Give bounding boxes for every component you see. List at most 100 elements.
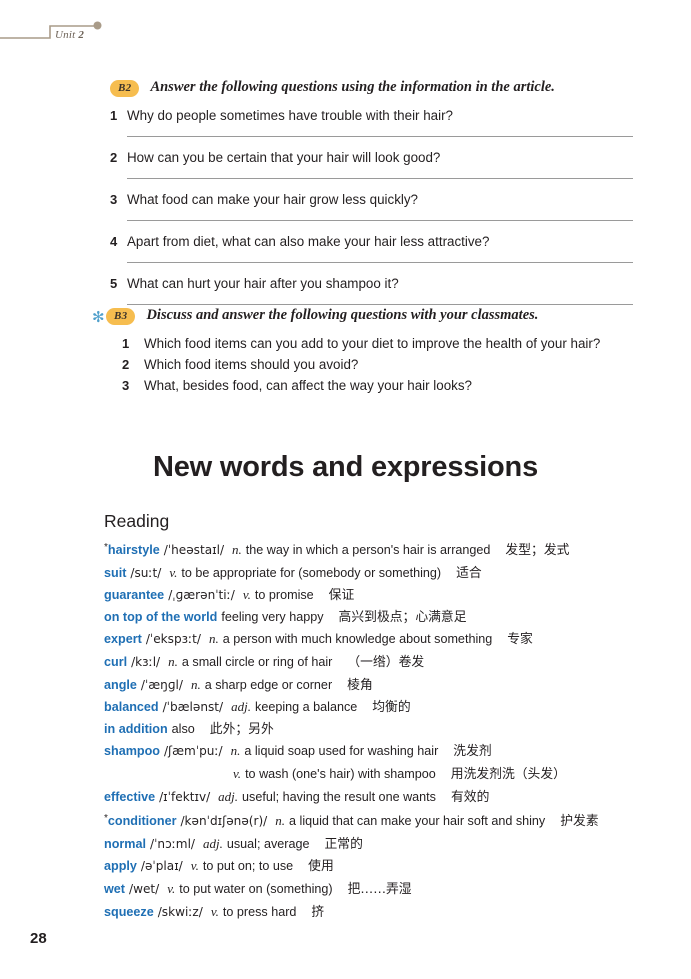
vocabulary-part-of-speech: v. bbox=[190, 858, 199, 874]
vocabulary-definition: to put on; to use bbox=[202, 859, 294, 874]
unit-number: 2 bbox=[78, 29, 85, 41]
vocabulary-chinese-gloss: 此外；另外 bbox=[209, 721, 274, 737]
vocabulary-part-of-speech: adj. bbox=[203, 835, 223, 851]
vocabulary-pronunciation: /ˌɡærənˈtiː/ bbox=[168, 588, 235, 603]
question-number: 3 bbox=[122, 378, 130, 394]
vocabulary-entry: squeeze/skwiːz/v. to press hard 挤 bbox=[104, 901, 684, 924]
vocabulary-definition: to press hard bbox=[222, 904, 297, 919]
vocabulary-headword: shampoo bbox=[104, 744, 160, 759]
question-text: Why do people sometimes have trouble wit… bbox=[127, 108, 454, 123]
vocabulary-definition: useful; having the result one wants bbox=[242, 789, 436, 804]
question-row: 3 What food can make your hair grow less… bbox=[110, 192, 691, 208]
vocabulary-headword: hairstyle bbox=[107, 543, 160, 557]
vocabulary-entry: curl/kɜːl/n. a small circle or ring of ha… bbox=[104, 651, 684, 674]
vocabulary-pronunciation: /kɜːl/ bbox=[131, 654, 161, 669]
vocabulary-definition: feeling very happy bbox=[221, 609, 324, 624]
vocabulary-part-of-speech: n. bbox=[190, 676, 201, 692]
question-number: 1 bbox=[110, 108, 118, 123]
asterisk-icon: ✻ bbox=[92, 309, 105, 326]
vocabulary-entry: apply/əˈplaɪ/v. to put on; to use 使用 bbox=[104, 855, 684, 878]
vocabulary-definition: to be appropriate for (somebody or somet… bbox=[181, 565, 442, 580]
question-number: 2 bbox=[122, 357, 130, 373]
question-text: Apart from diet, what can also make your… bbox=[127, 234, 490, 250]
vocabulary-definition: to promise bbox=[254, 588, 314, 603]
vocabulary-chinese-gloss: （一绺）卷发 bbox=[347, 654, 425, 670]
vocabulary-chinese-gloss: 洗发剂 bbox=[453, 744, 492, 760]
question-text: What, besides food, can affect the way y… bbox=[144, 378, 473, 394]
vocabulary-pronunciation: /wet/ bbox=[129, 881, 160, 896]
question-number: 1 bbox=[122, 336, 130, 351]
vocabulary-part-of-speech: n. bbox=[208, 631, 219, 647]
exercise-b3: ✻ B3 Discuss and answer the following qu… bbox=[0, 307, 691, 399]
vocabulary-headword: angle bbox=[104, 677, 137, 692]
exercise-b3-instruction: Discuss and answer the following questio… bbox=[146, 307, 539, 323]
answer-line[interactable] bbox=[127, 136, 633, 138]
question-row: 2 Which food items should you avoid? bbox=[122, 357, 691, 373]
vocabulary-definition: a person with much knowledge about somet… bbox=[222, 632, 493, 647]
vocabulary-headword: normal bbox=[104, 836, 146, 851]
vocabulary-part-of-speech: n. bbox=[230, 743, 241, 759]
answer-line[interactable] bbox=[127, 304, 633, 306]
question-text: What food can make your hair grow less q… bbox=[127, 192, 419, 208]
vocabulary-chinese-gloss: 有效的 bbox=[450, 789, 490, 805]
question-row: 1 Why do people sometimes have trouble w… bbox=[110, 108, 691, 124]
vocabulary-entry: effective/ɪˈfektɪv/adj. useful; having th… bbox=[104, 786, 684, 809]
vocabulary-headword: conditioner bbox=[107, 814, 177, 829]
vocabulary-headword: curl bbox=[104, 654, 128, 669]
vocabulary-part-of-speech: adj. bbox=[218, 788, 239, 804]
page-number: 28 bbox=[30, 930, 47, 947]
unit-label: Unit bbox=[55, 29, 76, 41]
vocabulary-chinese-gloss: 用洗发剂洗（头发） bbox=[450, 766, 566, 782]
vocabulary-part-of-speech: n. bbox=[232, 542, 242, 557]
answer-line[interactable] bbox=[127, 178, 633, 180]
vocabulary-pronunciation: /ʃæmˈpuː/ bbox=[163, 744, 223, 759]
section-title: New words and expressions bbox=[152, 451, 538, 483]
vocabulary-pronunciation: /skwiːz/ bbox=[157, 904, 203, 919]
vocabulary-definition: to put water on (something) bbox=[179, 881, 333, 896]
vocabulary-part-of-speech: n. bbox=[168, 653, 178, 669]
subsection-title: Reading bbox=[104, 511, 170, 531]
question-row: 3 What, besides food, can affect the way… bbox=[122, 378, 691, 394]
vocabulary-definition: a small circle or ring of hair bbox=[181, 654, 333, 669]
vocabulary-entry: in addition also 此外；另外 bbox=[104, 719, 684, 741]
vocabulary-entry: *hairstyle/ˈheəstaɪl/n. the way in which … bbox=[104, 537, 684, 562]
vocabulary-entry: expert/ˈekspɜːt/n. a person with much kno… bbox=[104, 628, 684, 651]
vocabulary-headword: expert bbox=[104, 632, 142, 647]
vocabulary-chinese-gloss: 挤 bbox=[311, 904, 325, 920]
vocabulary-chinese-gloss: 专家 bbox=[507, 632, 533, 648]
vocabulary-part-of-speech: v. bbox=[242, 587, 251, 603]
vocabulary-pronunciation: /əˈplaɪ/ bbox=[140, 859, 183, 874]
exercise-badge-b3: B3 bbox=[106, 308, 136, 325]
vocabulary-entry: shampoo/ʃæmˈpuː/n. a liquid soap used for… bbox=[104, 740, 684, 763]
vocabulary-chinese-gloss: 保证 bbox=[328, 588, 355, 604]
vocabulary-definition: to wash (one's hair) with shampoo bbox=[245, 766, 436, 781]
vocabulary-pronunciation: /suːt/ bbox=[130, 565, 162, 580]
answer-line[interactable] bbox=[127, 220, 633, 222]
vocabulary-entry: suit/suːt/v. to be appropriate for (someb… bbox=[104, 562, 684, 585]
vocabulary-pronunciation: /ˈekspɜːt/ bbox=[145, 632, 201, 647]
question-text: How can you be certain that your hair wi… bbox=[127, 150, 441, 166]
vocabulary-entry: v. to wash (one's hair) with shampoo 用洗发剂洗… bbox=[104, 763, 684, 786]
vocabulary-chinese-gloss: 高兴到极点；心满意足 bbox=[338, 609, 467, 625]
question-row: 2 How can you be certain that your hair … bbox=[110, 150, 691, 166]
vocabulary-entry: normal/ˈnɔːml/adj. usual; average 正常的 bbox=[104, 833, 684, 856]
vocabulary-chinese-gloss: 棱角 bbox=[347, 677, 373, 693]
vocabulary-entry: angle/ˈæŋɡl/n. a sharp edge or corner 棱角 bbox=[104, 674, 684, 697]
question-number: 3 bbox=[110, 192, 118, 208]
answer-line[interactable] bbox=[127, 262, 633, 264]
vocabulary-headword: effective bbox=[104, 789, 156, 804]
question-number: 5 bbox=[110, 276, 118, 292]
vocabulary-part-of-speech: v. bbox=[169, 564, 178, 580]
exercise-b3-header: ✻ B3 Discuss and answer the following qu… bbox=[0, 307, 691, 325]
vocabulary-pronunciation: /ˈheəstaɪl/ bbox=[163, 543, 225, 557]
vocabulary-definition: the way in which a person's hair is arra… bbox=[245, 543, 491, 557]
question-text: Which food items should you avoid? bbox=[144, 357, 359, 373]
running-head-label: Unit 2 bbox=[55, 29, 84, 41]
vocabulary-list: *hairstyle/ˈheəstaɪl/n. the way in which … bbox=[104, 537, 684, 923]
question-block: 3 What food can make your hair grow less… bbox=[110, 192, 691, 222]
vocabulary-definition: a sharp edge or corner bbox=[204, 677, 333, 692]
vocabulary-pronunciation: /ˈbælənst/ bbox=[162, 700, 224, 715]
exercise-b2-instruction: Answer the following questions using the… bbox=[150, 79, 555, 95]
vocabulary-definition: a liquid soap used for washing hair bbox=[244, 744, 439, 759]
vocabulary-definition: usual; average bbox=[226, 836, 310, 851]
